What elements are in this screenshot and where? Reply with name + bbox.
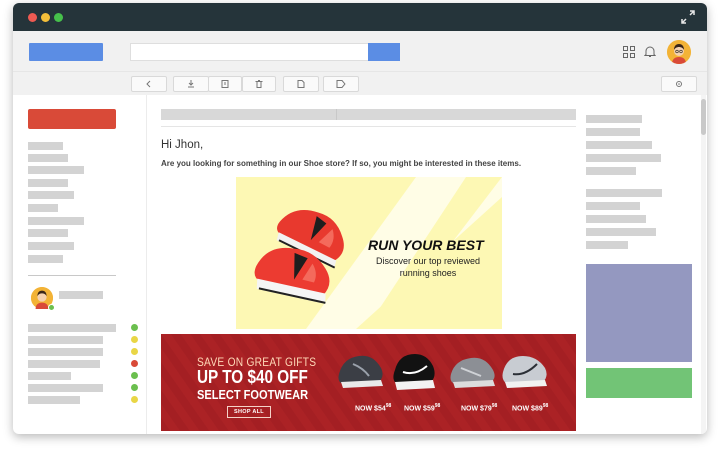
related-item[interactable] — [586, 128, 640, 136]
price-label: NOW $7998 — [461, 403, 498, 413]
sidebar-item[interactable] — [28, 179, 68, 187]
email-divider — [161, 126, 576, 127]
download-icon — [188, 80, 194, 88]
shoe-thumbnail-2[interactable] — [389, 350, 439, 394]
price-label: NOW $5498 — [355, 403, 392, 413]
settings-button[interactable] — [661, 76, 697, 92]
price-label: NOW $5998 — [404, 403, 441, 413]
online-status-dot — [48, 304, 55, 311]
delete-icon — [255, 80, 263, 88]
scrollbar-thumb[interactable] — [701, 99, 706, 135]
chat-item[interactable] — [28, 396, 80, 404]
sidebar-item[interactable] — [28, 217, 84, 225]
related-item[interactable] — [586, 215, 646, 223]
archive-icon — [221, 80, 229, 88]
status-dot — [131, 372, 138, 379]
related-item[interactable] — [586, 241, 628, 249]
chat-item[interactable] — [28, 372, 71, 380]
ad-placeholder-green[interactable] — [586, 368, 692, 398]
shoe-thumbnail-4[interactable] — [499, 350, 551, 394]
title-bar — [13, 3, 707, 31]
ad-placeholder-purple[interactable] — [586, 264, 692, 362]
email-subject-bar — [161, 109, 576, 120]
status-dot — [131, 396, 138, 403]
download-button[interactable] — [173, 76, 209, 92]
promo-headline-2: UP TO $40 OFF — [197, 367, 308, 387]
shop-all-button[interactable]: SHOP ALL — [227, 406, 271, 418]
shoe-thumbnail-1[interactable] — [335, 350, 387, 394]
tag-icon — [336, 80, 346, 88]
minimize-window-button[interactable] — [41, 13, 50, 22]
search-button[interactable] — [368, 43, 400, 61]
document-button[interactable] — [283, 76, 319, 92]
sidebar-item[interactable] — [28, 154, 68, 162]
email-toolbar — [13, 71, 707, 95]
email-view: Hi Jhon, Are you looking for something i… — [148, 95, 585, 434]
related-item[interactable] — [586, 167, 636, 175]
maximize-window-button[interactable] — [54, 13, 63, 22]
promo-headline-3: SELECT FOOTWEAR — [197, 387, 309, 402]
shoe-thumbnail-3[interactable] — [447, 350, 499, 394]
right-sidebar — [585, 95, 707, 434]
sidebar-item[interactable] — [28, 204, 58, 212]
sidebar-divider — [28, 275, 116, 276]
status-dot — [131, 360, 138, 367]
sidebar-item[interactable] — [28, 229, 68, 237]
related-item[interactable] — [586, 228, 656, 236]
sidebar-item[interactable] — [28, 242, 74, 250]
document-icon — [297, 80, 305, 88]
contact-avatar[interactable] — [31, 287, 55, 311]
app-window: Hi Jhon, Are you looking for something i… — [13, 3, 707, 434]
left-sidebar — [13, 95, 147, 434]
status-dot — [131, 336, 138, 343]
search-input[interactable] — [130, 43, 400, 61]
related-item[interactable] — [586, 115, 642, 123]
chat-item[interactable] — [28, 324, 116, 332]
status-dot — [131, 384, 138, 391]
avatar-icon — [667, 40, 691, 64]
related-item[interactable] — [586, 154, 661, 162]
hero-banner[interactable]: RUN YOUR BEST Discover our top reviewed … — [236, 177, 502, 329]
chat-item[interactable] — [28, 360, 100, 368]
running-shoes-image — [254, 177, 502, 329]
back-button[interactable] — [131, 76, 167, 92]
bell-icon[interactable] — [644, 45, 656, 58]
scrollbar[interactable] — [701, 95, 706, 434]
sidebar-item[interactable] — [28, 255, 63, 263]
related-item[interactable] — [586, 189, 662, 197]
chat-item[interactable] — [28, 336, 103, 344]
settings-icon — [676, 81, 682, 87]
compose-button[interactable] — [28, 109, 116, 129]
related-item[interactable] — [586, 202, 640, 210]
related-item[interactable] — [586, 141, 652, 149]
close-window-button[interactable] — [28, 13, 37, 22]
price-label: NOW $8998 — [512, 403, 549, 413]
archive-button[interactable] — [208, 76, 242, 92]
app-logo[interactable] — [29, 43, 103, 61]
status-dot — [131, 348, 138, 355]
delete-button[interactable] — [242, 76, 276, 92]
sidebar-item[interactable] — [28, 191, 74, 199]
hero-title: RUN YOUR BEST — [368, 237, 484, 253]
sidebar-item[interactable] — [28, 166, 84, 174]
apps-grid-icon[interactable] — [623, 46, 635, 58]
email-body-text: Are you looking for something in our Sho… — [161, 159, 522, 168]
hero-subtitle: Discover our top reviewed running shoes — [375, 256, 481, 278]
sidebar-item[interactable] — [28, 142, 63, 150]
back-arrow-icon — [146, 80, 151, 88]
tag-button[interactable] — [323, 76, 359, 92]
chat-item[interactable] — [28, 348, 103, 356]
status-dot — [131, 324, 138, 331]
app-header — [13, 31, 707, 71]
promo-banner[interactable]: SAVE ON GREAT GIFTS UP TO $40 OFF SELECT… — [161, 334, 576, 431]
chat-item[interactable] — [28, 384, 103, 392]
user-avatar[interactable] — [667, 40, 691, 64]
email-greeting: Hi Jhon, — [161, 139, 204, 151]
contact-name — [59, 291, 103, 299]
fullscreen-icon[interactable] — [681, 10, 695, 24]
